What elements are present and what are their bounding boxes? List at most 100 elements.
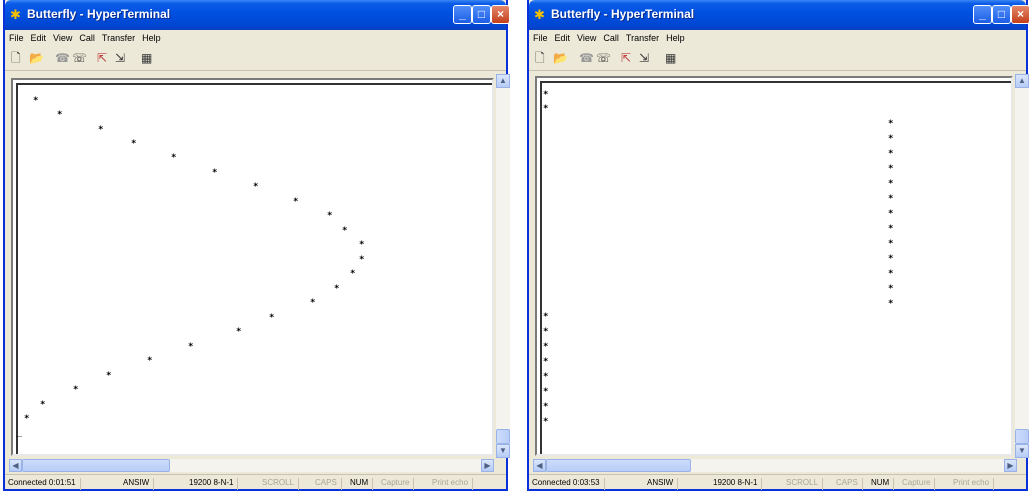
scroll-up-icon[interactable]: ▲ <box>496 74 510 88</box>
terminal-char: * <box>888 164 894 174</box>
menu-transfer[interactable]: Transfer <box>98 30 138 43</box>
menu-help[interactable]: Help <box>662 30 688 43</box>
horizontal-scrollbar[interactable]: ◀ ▶ <box>533 459 1017 472</box>
terminal-char: * <box>327 211 333 221</box>
title-bar[interactable]: ✱ Butterfly - HyperTerminal _ □ × <box>529 0 1030 30</box>
terminal-char: * <box>334 284 340 294</box>
terminal-char: * <box>543 417 549 427</box>
terminal-screen[interactable]: * * * * * * * * * * * * * * * * * * * * * * * <box>540 81 1011 454</box>
new-icon[interactable]: 🗋 <box>11 51 21 65</box>
scroll-left-icon[interactable]: ◀ <box>533 459 546 472</box>
terminal-char: * <box>57 110 63 120</box>
scroll-right-icon[interactable]: ▶ <box>1004 459 1017 472</box>
send-icon[interactable]: ⇱ <box>621 51 631 65</box>
receive-icon[interactable]: ⇲ <box>115 51 125 65</box>
scroll-left-icon[interactable]: ◀ <box>9 459 22 472</box>
disconnect-icon[interactable]: ☎ <box>579 51 594 65</box>
status-settings: 19200 8-N-1 <box>189 478 239 490</box>
open-icon[interactable]: 📂 <box>553 51 568 65</box>
terminal-char: * <box>543 312 549 322</box>
vertical-scrollbar[interactable]: ▲ ▼ <box>496 74 510 458</box>
terminal-char: * <box>543 387 549 397</box>
menu-view[interactable]: View <box>49 30 75 43</box>
horizontal-scroll-thumb[interactable] <box>22 459 170 472</box>
menu-bar: File Edit View Call Transfer Help <box>529 30 1026 47</box>
menu-call[interactable]: Call <box>75 30 98 43</box>
open-icon[interactable]: 📂 <box>29 51 44 65</box>
title-bar[interactable]: ✱ Butterfly - HyperTerminal _ □ × <box>5 0 510 30</box>
scroll-down-icon[interactable]: ▼ <box>496 444 510 458</box>
terminal-char: * <box>888 239 894 249</box>
vertical-scroll-thumb[interactable] <box>496 429 510 444</box>
terminal-area[interactable]: * * * * * * * * * * * * * * * * * * * * * * * _ <box>11 78 494 456</box>
terminal-char: * <box>888 254 894 264</box>
status-print-echo: Print echo <box>432 478 474 490</box>
menu-file[interactable]: File <box>529 30 551 43</box>
connect-icon[interactable]: ☏ <box>596 51 611 65</box>
terminal-char: * <box>543 342 549 352</box>
terminal-char: * <box>888 224 894 234</box>
horizontal-scroll-thumb[interactable] <box>546 459 691 472</box>
vertical-scrollbar[interactable]: ▲ ▼ <box>1015 74 1029 458</box>
terminal-char: * <box>73 385 79 395</box>
maximize-button[interactable]: □ <box>472 5 491 24</box>
close-button[interactable]: × <box>491 5 510 24</box>
vertical-scroll-thumb[interactable] <box>1015 429 1029 444</box>
status-capture: Capture <box>902 478 936 490</box>
terminal-cursor: _ <box>16 426 23 437</box>
status-num: NUM <box>871 478 895 490</box>
toolbar: 🗋 📂 ☎ ☏ ⇱ ⇲ ▦ <box>529 48 1026 71</box>
terminal-char: * <box>253 182 259 192</box>
terminal-char: * <box>188 342 194 352</box>
menu-view[interactable]: View <box>573 30 599 43</box>
close-button[interactable]: × <box>1011 5 1030 24</box>
terminal-area[interactable]: * * * * * * * * * * * * * * * * * * * * * * * <box>535 76 1013 456</box>
minimize-button[interactable]: _ <box>453 5 472 24</box>
menu-call[interactable]: Call <box>599 30 622 43</box>
terminal-char: * <box>171 153 177 163</box>
terminal-char: * <box>24 414 30 424</box>
scroll-up-icon[interactable]: ▲ <box>1015 74 1029 88</box>
status-scroll: SCROLL <box>262 478 300 490</box>
minimize-button[interactable]: _ <box>973 5 992 24</box>
terminal-char: * <box>888 269 894 279</box>
status-num: NUM <box>350 478 374 490</box>
terminal-char: * <box>40 400 46 410</box>
horizontal-scrollbar[interactable]: ◀ ▶ <box>9 459 494 472</box>
disconnect-icon[interactable]: ☎ <box>55 51 70 65</box>
scroll-down-icon[interactable]: ▼ <box>1015 444 1029 458</box>
terminal-char: * <box>342 226 348 236</box>
menu-help[interactable]: Help <box>138 30 164 43</box>
terminal-char: * <box>888 119 894 129</box>
status-caps: CAPS <box>315 478 342 490</box>
butterfly-app-icon[interactable]: ✱ <box>534 8 545 22</box>
terminal-char: * <box>543 327 549 337</box>
menu-bar: File Edit View Call Transfer Help <box>5 30 506 47</box>
butterfly-app-icon[interactable]: ✱ <box>10 8 21 22</box>
toolbar: 🗋 📂 ☎ ☏ ⇱ ⇲ ▦ <box>5 48 506 71</box>
menu-edit[interactable]: Edit <box>551 30 574 43</box>
properties-icon[interactable]: ▦ <box>141 51 152 65</box>
hyperterminal-window-1: ✱ Butterfly - HyperTerminal _ □ × File Ed… <box>3 0 510 491</box>
terminal-char: * <box>293 197 299 207</box>
connect-icon[interactable]: ☏ <box>72 51 87 65</box>
menu-transfer[interactable]: Transfer <box>622 30 662 43</box>
properties-icon[interactable]: ▦ <box>665 51 676 65</box>
terminal-char: * <box>359 255 365 265</box>
send-icon[interactable]: ⇱ <box>97 51 107 65</box>
hyperterminal-window-2: ✱ Butterfly - HyperTerminal _ □ × File Ed… <box>527 0 1030 491</box>
terminal-char: * <box>269 313 275 323</box>
receive-icon[interactable]: ⇲ <box>639 51 649 65</box>
terminal-screen[interactable]: * * * * * * * * * * * * * * * * * * * * * * * _ <box>16 83 492 454</box>
menu-edit[interactable]: Edit <box>27 30 50 43</box>
status-print-echo: Print echo <box>953 478 995 490</box>
window-title: Butterfly - HyperTerminal <box>27 7 171 21</box>
menu-file[interactable]: File <box>5 30 27 43</box>
scroll-right-icon[interactable]: ▶ <box>481 459 494 472</box>
terminal-char: * <box>106 371 112 381</box>
terminal-char: * <box>310 298 316 308</box>
maximize-button[interactable]: □ <box>992 5 1011 24</box>
new-icon[interactable]: 🗋 <box>535 51 545 65</box>
terminal-char: * <box>888 179 894 189</box>
terminal-char: * <box>98 125 104 135</box>
